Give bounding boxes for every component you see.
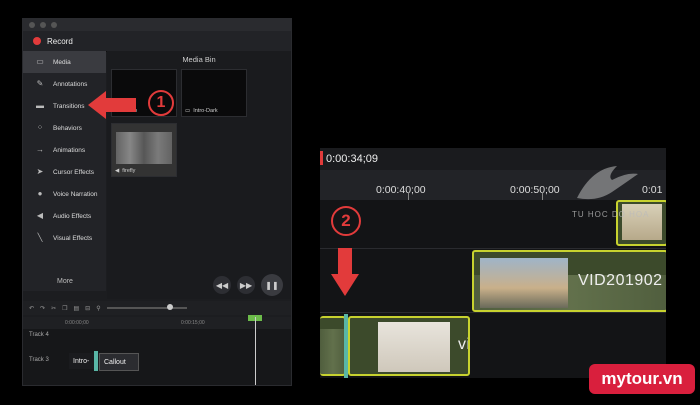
clip-thumbnail <box>378 322 450 372</box>
step-badge-1: 1 <box>148 90 174 116</box>
redo-icon[interactable]: ↷ <box>40 305 45 312</box>
step-back-icon[interactable]: ◀◀ <box>213 276 231 294</box>
minimize-dot-icon[interactable] <box>40 22 46 28</box>
clip-label: VID201902 <box>578 272 663 289</box>
transition-marker[interactable] <box>94 351 98 371</box>
sidebar-item-media[interactable]: ▭ Media <box>23 51 106 73</box>
sidebar-item-label: Visual Effects <box>53 234 93 242</box>
media-item-firefly[interactable]: ◀ firefly <box>111 123 177 177</box>
copy-icon[interactable]: ❐ <box>62 305 67 312</box>
playhead-marker <box>320 151 323 165</box>
sidebar-item-label: Annotations <box>53 80 88 88</box>
current-timecode: 0:00:34;09 <box>326 153 378 165</box>
sidebar-item-label: Cursor Effects <box>53 168 95 176</box>
sidebar-item-behaviors[interactable]: ⁘ Behaviors <box>23 117 106 139</box>
track-label: Track 4 <box>29 332 49 338</box>
arrow-left-body <box>104 98 136 112</box>
close-dot-icon[interactable] <box>29 22 35 28</box>
sidebar-item-label: Audio Effects <box>53 212 92 220</box>
arrow-down-icon <box>331 274 359 296</box>
audio-waveform <box>320 329 344 374</box>
camtasia-window: Record ▭ Media ✎ Annotations ▬ Transitio… <box>22 18 292 386</box>
sidebar-item-visual-effects[interactable]: ╲ Visual Effects <box>23 227 106 249</box>
audio-icon: ◀ <box>115 168 120 174</box>
audio-waveform <box>116 132 172 164</box>
clip-thumbnail <box>480 258 568 308</box>
ruler-time: 0:00:15;00 <box>181 320 205 326</box>
zoom-slider[interactable] <box>106 304 187 310</box>
sidebar-item-label: Transitions <box>53 102 85 110</box>
tools-sidebar: ▭ Media ✎ Annotations ▬ Transitions ⁘ Be… <box>23 51 106 291</box>
track-divider <box>320 248 666 249</box>
microphone-icon: ● <box>37 189 43 198</box>
sidebar-item-label: Behaviors <box>53 124 82 132</box>
media-item-label: ◀ firefly <box>115 168 136 174</box>
film-icon: ▭ <box>36 57 44 66</box>
ruler-tick-label: 0:00:50;00 <box>510 184 560 196</box>
speaker-icon: ◀ <box>36 211 44 220</box>
clip-intro-video[interactable]: vi <box>348 316 470 376</box>
cursor-icon: ➤ <box>36 167 44 176</box>
media-item-intro-dark[interactable]: ▭ Intro-Dark <box>181 69 247 117</box>
bird-icon <box>577 166 638 200</box>
more-button[interactable]: More <box>57 278 73 285</box>
clip-previous[interactable] <box>320 316 346 376</box>
annotation-icon: ✎ <box>36 79 44 88</box>
clip-callout[interactable]: Callout <box>99 353 139 371</box>
clip-label: vi <box>458 336 470 353</box>
record-label[interactable]: Record <box>47 37 73 46</box>
animation-icon: → <box>36 145 44 154</box>
step-forward-icon[interactable]: ▶▶ <box>237 276 255 294</box>
sidebar-item-cursor-effects[interactable]: ➤ Cursor Effects <box>23 161 106 183</box>
transition-icon: ▬ <box>36 101 44 110</box>
playback-controls: ◀◀ ▶▶ ❚❚ <box>107 271 291 299</box>
brand-badge: mytour.vn <box>589 364 695 394</box>
sidebar-item-label: Media <box>53 58 71 66</box>
sidebar-item-label: Animations <box>53 146 86 154</box>
split-icon[interactable]: ⊟ <box>85 305 90 312</box>
ruler-time: 0:00:00;00 <box>65 320 89 326</box>
watermark-logo: TU HOC DO HOA <box>572 158 662 228</box>
media-bin-title: Media Bin <box>182 55 216 64</box>
behavior-icon: ⁘ <box>36 123 44 132</box>
ruler-tick <box>542 192 543 200</box>
sidebar-item-animations[interactable]: → Animations <box>23 139 106 161</box>
ruler-tick <box>408 192 409 200</box>
undo-icon[interactable]: ↶ <box>29 305 34 312</box>
track-label: Track 3 <box>29 357 49 363</box>
media-bin: Media Bin ▭ Video ▭ Intro-Dark ◀ firefly… <box>107 51 291 301</box>
clip-vid2019[interactable]: VID201902 <box>472 250 666 312</box>
video-icon: ▭ <box>185 108 191 114</box>
window-titlebar <box>23 19 291 31</box>
sidebar-item-voice-narration[interactable]: ● Voice Narration <box>23 183 106 205</box>
pause-button[interactable]: ❚❚ <box>261 274 283 296</box>
playhead-line <box>255 317 256 385</box>
record-bar[interactable]: Record <box>23 31 291 52</box>
cut-icon[interactable]: ✂ <box>51 305 56 312</box>
watermark-text: TU HOC DO HOA <box>572 210 650 219</box>
media-item-label: ▭ Intro-Dark <box>185 108 218 114</box>
paste-icon[interactable]: ▤ <box>73 305 79 312</box>
sidebar-item-audio-effects[interactable]: ◀ Audio Effects <box>23 205 106 227</box>
zoom-slider-handle[interactable] <box>166 304 173 310</box>
zoom-icon: ⚲ <box>96 305 101 312</box>
wand-icon: ╲ <box>37 233 43 242</box>
timeline: 0:00:00;00 0:00:15;00 Track 4 Track 3 In… <box>23 317 291 385</box>
sidebar-item-label: Voice Narration <box>53 190 98 198</box>
ruler-tick-label: 0:00:40;00 <box>376 184 426 196</box>
track-divider <box>320 312 666 313</box>
maximize-dot-icon[interactable] <box>51 22 57 28</box>
step-badge-2: 2 <box>331 206 361 236</box>
timeline-toolbar: ↶ ↷ ✂ ❐ ▤ ⊟ ⚲ <box>23 301 291 315</box>
record-icon[interactable] <box>33 37 41 45</box>
